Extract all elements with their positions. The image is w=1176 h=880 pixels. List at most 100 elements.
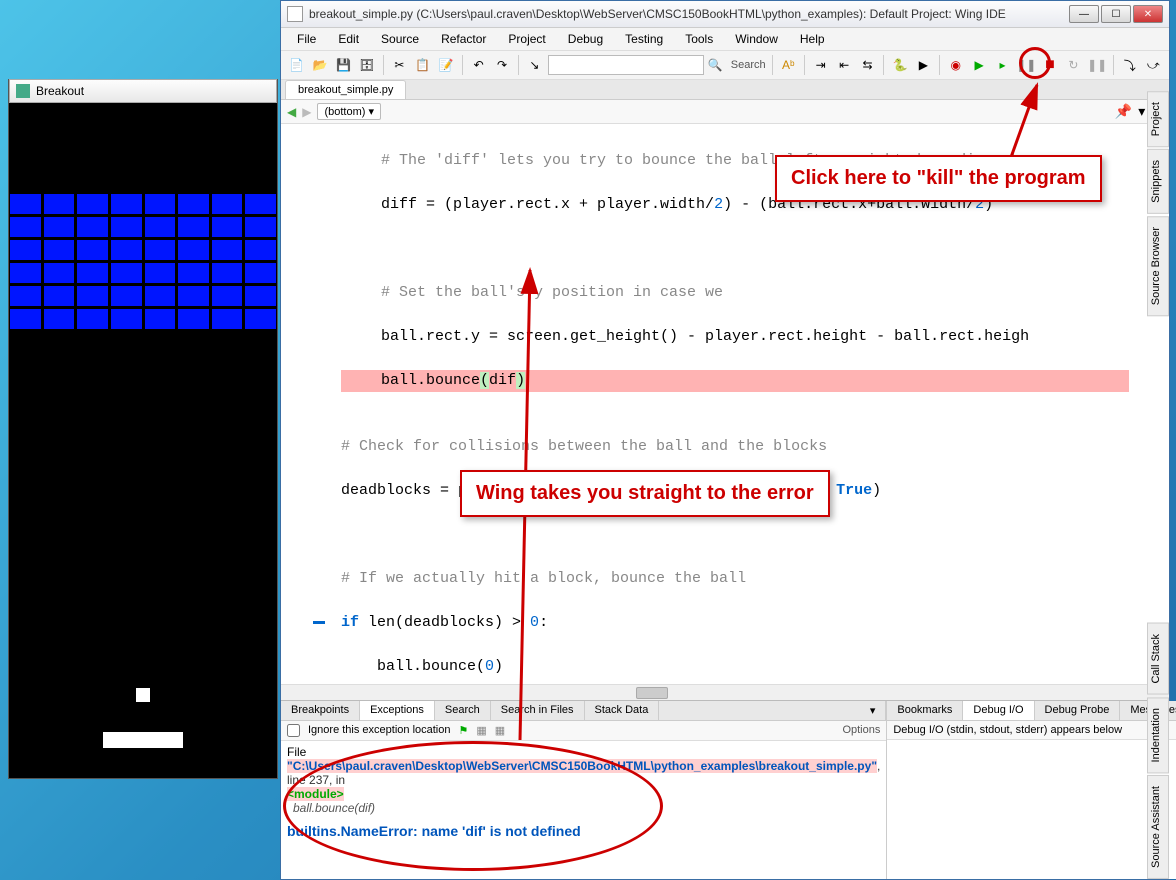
save-all-icon[interactable]: 🗄 [357, 55, 376, 75]
menu-window[interactable]: Window [725, 30, 788, 48]
new-file-icon[interactable]: 📄 [287, 55, 306, 75]
editor-body: # The 'diff' lets you try to bounce the … [281, 124, 1169, 684]
debugio-message: Debug I/O (stdin, stdout, stderr) appear… [893, 724, 1122, 736]
close-button[interactable]: ✕ [1133, 5, 1163, 23]
menubar: File Edit Source Refactor Project Debug … [281, 28, 1169, 51]
minimize-button[interactable]: — [1069, 5, 1099, 23]
breakout-paddle [103, 732, 183, 748]
menu-edit[interactable]: Edit [328, 30, 369, 48]
tab-search-in-files[interactable]: Search in Files [491, 701, 585, 720]
exc-module: <module> [287, 787, 344, 801]
breakout-paddle-area [9, 708, 277, 748]
side-tab-source-browser[interactable]: Source Browser [1147, 216, 1169, 316]
spellcheck-icon[interactable]: Aᵇ [779, 55, 798, 75]
editor-nav: ◀ ▶ (bottom) ▾ 📌 ▾ ✕ [281, 100, 1169, 124]
menu-file[interactable]: File [287, 30, 326, 48]
breakout-title-text: Breakout [36, 84, 84, 98]
exc-grid2-icon[interactable]: ▦ [495, 724, 505, 737]
step-into-icon[interactable]: ⤵ [1120, 55, 1139, 75]
copy-icon[interactable]: 📋 [413, 55, 432, 75]
python-icon[interactable]: 🐍 [890, 55, 909, 75]
tab-debug-io[interactable]: Debug I/O [963, 701, 1034, 720]
dropdown-icon[interactable]: ▾ [1138, 103, 1145, 120]
step-over-icon[interactable]: ⤻ [1144, 55, 1163, 75]
cut-icon[interactable]: ✂ [390, 55, 409, 75]
breakout-titlebar[interactable]: Breakout [9, 79, 277, 103]
maximize-button[interactable]: ☐ [1101, 5, 1131, 23]
save-icon[interactable]: 💾 [334, 55, 353, 75]
breakout-app-icon [16, 84, 30, 98]
tab-debug-probe[interactable]: Debug Probe [1035, 701, 1121, 720]
bottom-panels: Breakpoints Exceptions Search Search in … [281, 700, 1169, 879]
debug-pause2-icon[interactable]: ❚❚ [1087, 55, 1107, 75]
debug-run-icon[interactable]: ▶ [969, 55, 988, 75]
menu-tools[interactable]: Tools [675, 30, 723, 48]
side-tab-source-assistant[interactable]: Source Assistant [1147, 775, 1169, 879]
breakpoint-icon[interactable]: ◉ [946, 55, 965, 75]
debug-pause-icon[interactable]: ❚❚ [1016, 55, 1036, 75]
code-area[interactable]: # The 'diff' lets you try to bounce the … [281, 124, 1169, 684]
menu-testing[interactable]: Testing [615, 30, 673, 48]
side-tabs: Project Snippets Source Browser Call Sta… [1147, 91, 1169, 879]
nav-scope-combo[interactable]: (bottom) ▾ [317, 103, 381, 120]
tab-more-left[interactable]: ▾ [860, 701, 887, 720]
ignore-exception-checkbox[interactable] [287, 724, 300, 737]
callout-kill-program: Click here to "kill" the program [775, 155, 1102, 202]
breakout-bricks [9, 193, 277, 330]
open-file-icon[interactable]: 📂 [310, 55, 329, 75]
editor-tab[interactable]: breakout_simple.py [285, 80, 406, 99]
exc-flag-icon[interactable]: ⚑ [458, 724, 468, 737]
breakout-ball [136, 688, 150, 702]
exc-grid-icon[interactable]: ▦ [476, 724, 486, 737]
editor-hscrollbar[interactable] [281, 684, 1169, 700]
exc-file-path: "C:\Users\paul.craven\Desktop\WebServer\… [287, 759, 877, 773]
debugio-panel: Bookmarks Debug I/O Debug Probe Messages… [887, 701, 1176, 879]
search-input[interactable] [548, 55, 704, 75]
undo-icon[interactable]: ↶ [469, 55, 488, 75]
search-label: Search [731, 59, 766, 71]
menu-help[interactable]: Help [790, 30, 835, 48]
exc-options[interactable]: Options [842, 724, 880, 736]
wing-app-icon [287, 6, 303, 22]
breakout-game-window: Breakout [8, 79, 278, 779]
menu-project[interactable]: Project [498, 30, 555, 48]
indent-icon[interactable]: ⇥ [811, 55, 830, 75]
ide-title-text: breakout_simple.py (C:\Users\paul.craven… [309, 7, 1063, 21]
debug-continue-icon[interactable]: ▸ [993, 55, 1012, 75]
redo-icon[interactable]: ↷ [492, 55, 511, 75]
dedent-icon[interactable]: ⇤ [834, 55, 853, 75]
callout-straight-to-error: Wing takes you straight to the error [460, 470, 830, 517]
exceptions-panel: Breakpoints Exceptions Search Search in … [281, 701, 887, 879]
tab-breakpoints[interactable]: Breakpoints [281, 701, 360, 720]
debug-stop-icon[interactable]: ■ [1040, 55, 1059, 75]
side-tab-project[interactable]: Project [1147, 91, 1169, 147]
tab-exceptions[interactable]: Exceptions [360, 701, 435, 720]
exc-error-message: builtins.NameError: name 'dif' is not de… [287, 823, 880, 839]
goto-icon[interactable]: ↘ [525, 55, 544, 75]
tab-stack-data[interactable]: Stack Data [585, 701, 660, 720]
ide-titlebar[interactable]: breakout_simple.py (C:\Users\paul.craven… [281, 1, 1169, 28]
side-tab-call-stack[interactable]: Call Stack [1147, 623, 1169, 695]
exception-body[interactable]: File "C:\Users\paul.craven\Desktop\WebSe… [281, 741, 886, 879]
toolbar: 📄 📂 💾 🗄 ✂ 📋 📝 ↶ ↷ ↘ 🔍 Search Aᵇ ⇥ ⇤ ⇆ 🐍 … [281, 51, 1169, 80]
menu-source[interactable]: Source [371, 30, 429, 48]
side-tab-indentation[interactable]: Indentation [1147, 697, 1169, 773]
run-script-icon[interactable]: ▶ [914, 55, 933, 75]
editor-tabs: breakout_simple.py [281, 80, 1169, 100]
menu-refactor[interactable]: Refactor [431, 30, 496, 48]
wing-ide-window: breakout_simple.py (C:\Users\paul.craven… [280, 0, 1170, 880]
debug-restart-icon[interactable]: ↻ [1064, 55, 1083, 75]
paste-icon[interactable]: 📝 [437, 55, 456, 75]
ignore-exception-label: Ignore this exception location [308, 724, 450, 736]
exc-code: ball.bounce(dif) [287, 801, 375, 815]
pin-icon[interactable]: 📌 [1115, 103, 1132, 120]
menu-debug[interactable]: Debug [558, 30, 613, 48]
search-icon[interactable]: 🔍 [708, 58, 723, 72]
debugio-body[interactable] [887, 740, 1176, 879]
side-tab-snippets[interactable]: Snippets [1147, 149, 1169, 214]
comment-icon[interactable]: ⇆ [858, 55, 877, 75]
tab-search[interactable]: Search [435, 701, 491, 720]
nav-back-icon[interactable]: ◀ [287, 105, 296, 119]
tab-bookmarks[interactable]: Bookmarks [887, 701, 963, 720]
nav-forward-icon[interactable]: ▶ [302, 105, 311, 119]
